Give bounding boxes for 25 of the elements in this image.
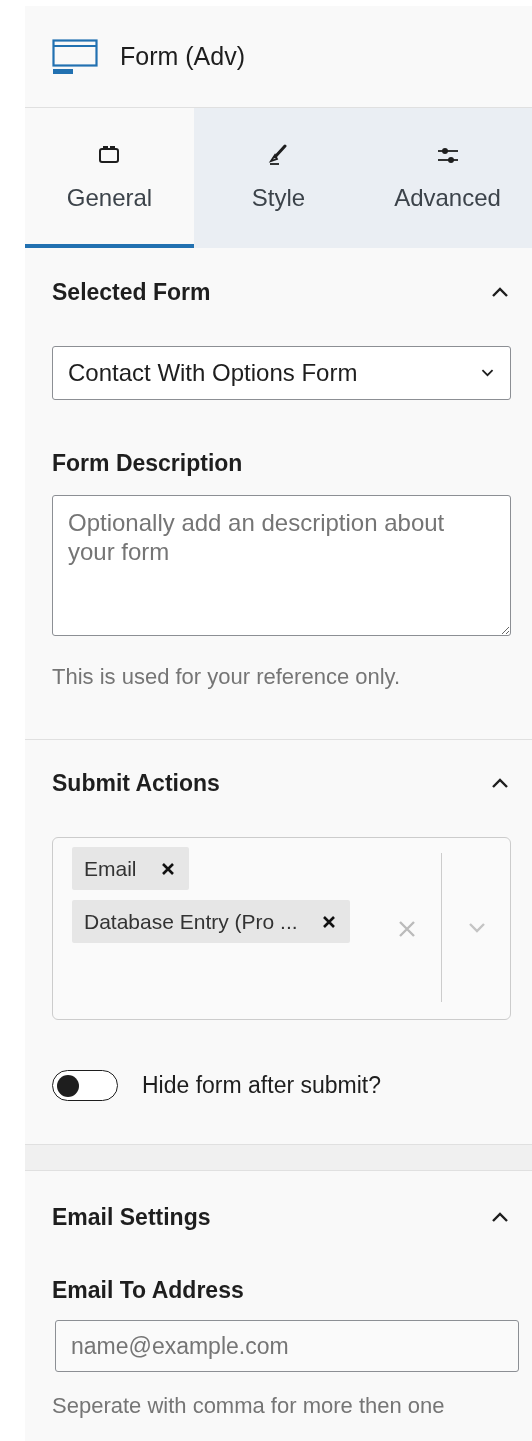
action-tag: Database Entry (Pro ... (72, 900, 350, 943)
help-text: Seperate with comma for more then one (52, 1392, 446, 1420)
field-label: Form Description (52, 450, 243, 476)
toggle-switch[interactable] (52, 1070, 118, 1101)
close-icon (398, 920, 416, 938)
email-field[interactable]: name@example.com (55, 1320, 519, 1372)
description-field[interactable]: Optionally add an description about your form (52, 495, 511, 636)
submit-actions-field[interactable]: Email Database Entry (Pro ... (52, 837, 511, 1020)
chevron-down-icon (468, 922, 486, 934)
help-text: This is used for your reference only. (52, 663, 402, 691)
close-icon (160, 861, 175, 876)
chevron-down-icon (481, 367, 494, 379)
section-title: Selected Form (52, 278, 211, 306)
panel-title: Form (Adv) (120, 42, 245, 71)
close-icon (321, 914, 336, 929)
tab[interactable]: Style (194, 108, 363, 248)
toggle-label: Hide form after submit? (142, 1072, 382, 1099)
form-block-icon (52, 38, 98, 75)
tab[interactable]: Advanced (363, 108, 532, 248)
calendar-icon (97, 144, 122, 166)
field-label: Email To Address (52, 1277, 244, 1303)
form-select[interactable]: Contact With Options Form (52, 346, 511, 400)
section-title: Submit Actions (52, 769, 220, 797)
action-tag: Email (72, 847, 189, 890)
section-title: Email Settings (52, 1203, 211, 1231)
